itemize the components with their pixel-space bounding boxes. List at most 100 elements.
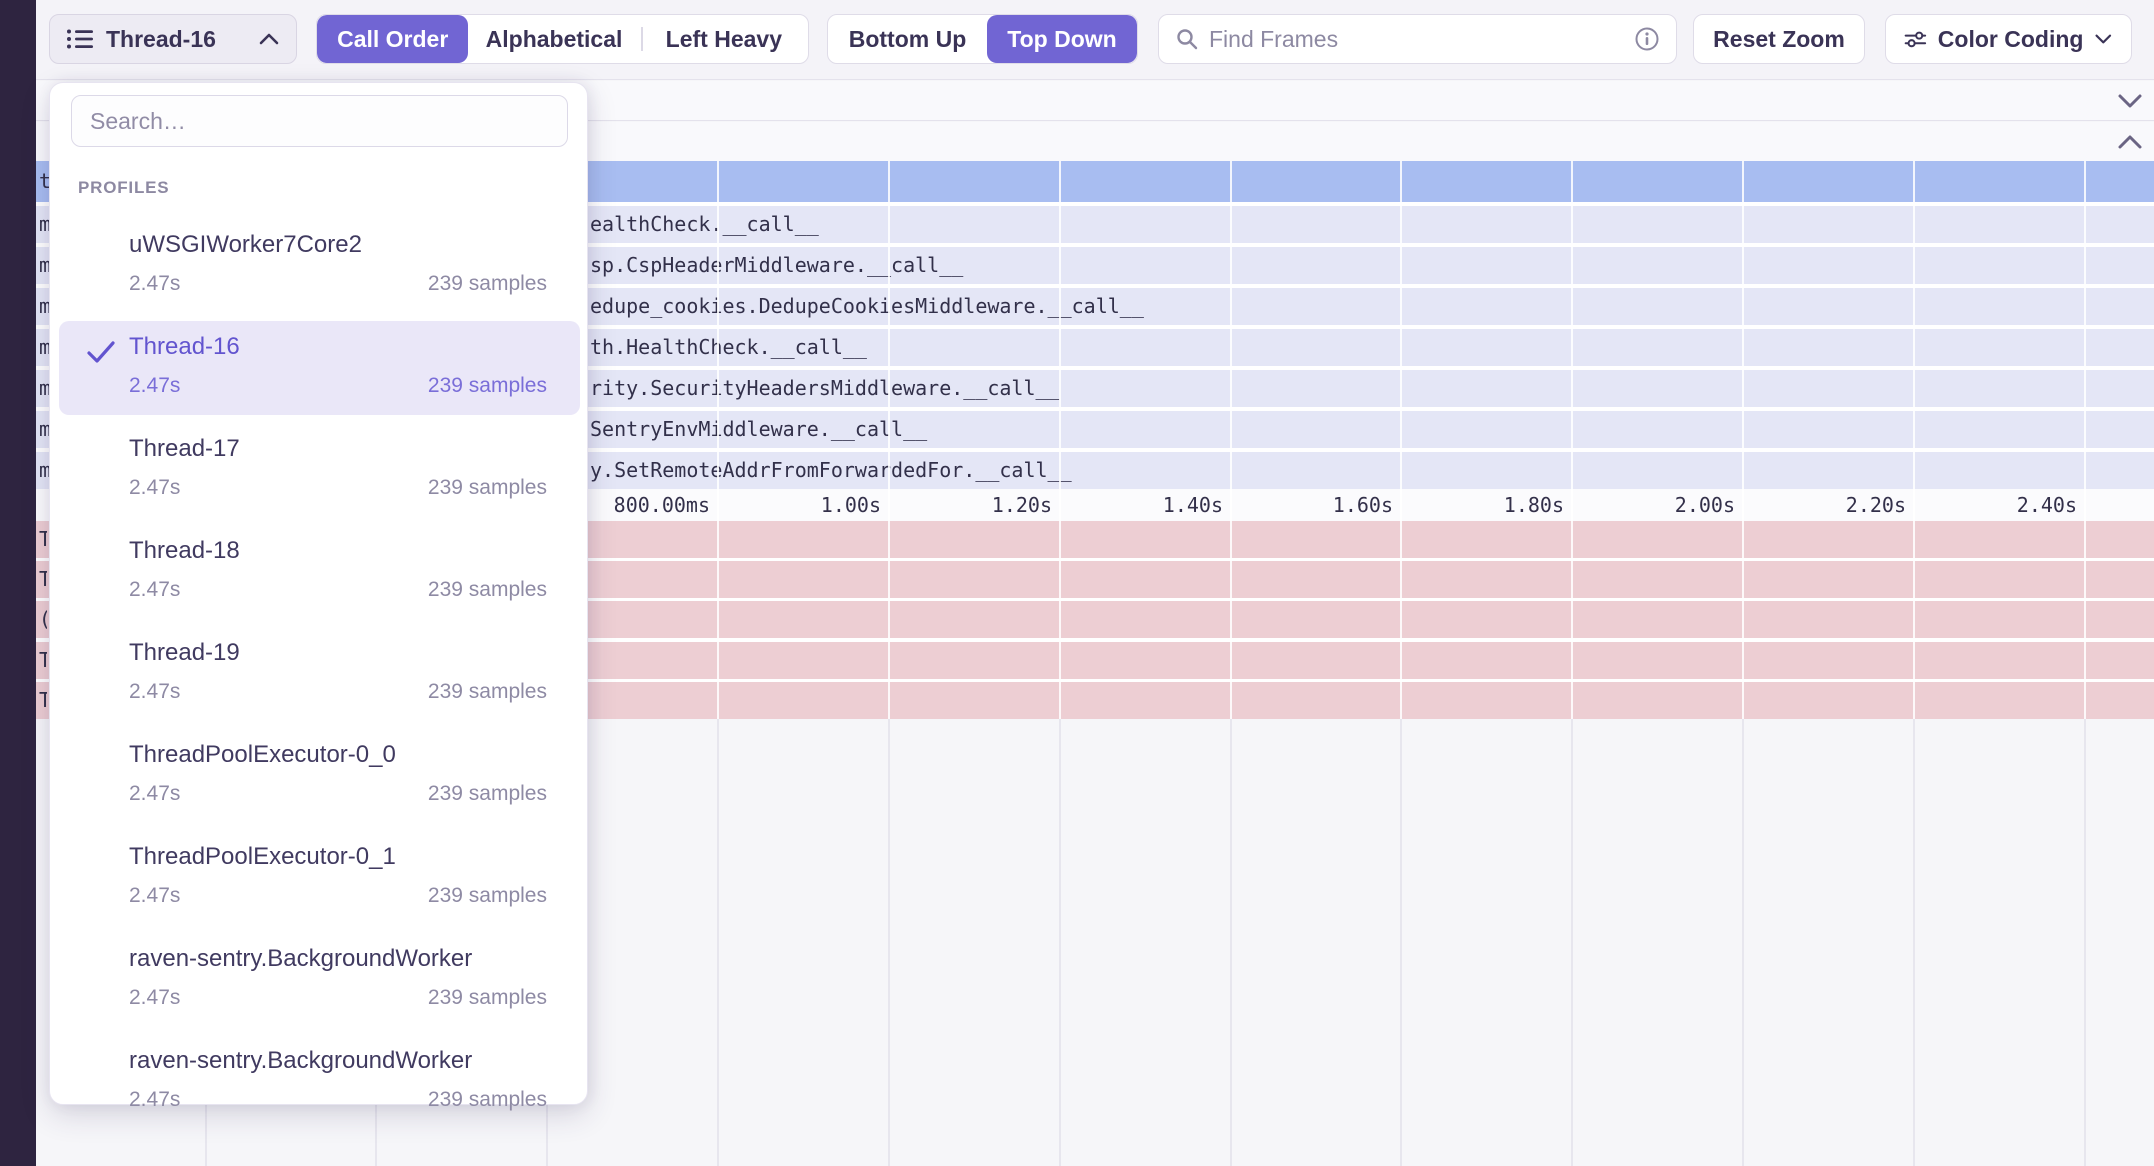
tab-top-down[interactable]: Top Down [987,15,1137,63]
profile-item-samples: 239 samples [428,680,547,704]
frame-row-label: ealthCheck.__call__ [590,206,819,243]
profile-item[interactable]: uWSGIWorker7Core2 2.47s 239 samples [59,219,580,313]
gridline [1913,161,1915,719]
chevron-up-icon [258,32,280,46]
profile-item-meta: 2.47s 239 samples [129,1088,547,1112]
profile-item-name: Thread-18 [129,537,240,565]
profile-item-samples: 239 samples [428,272,547,296]
axis-tick-label: 1.40s [1163,493,1223,517]
reset-zoom-button[interactable]: Reset Zoom [1693,14,1865,64]
gridline [2084,161,2086,719]
profile-item-samples: 239 samples [428,374,547,398]
info-icon[interactable] [1634,26,1660,52]
gridline [1400,719,1402,1166]
flamegraph-app: Thread-16 Call Order Alphabetical Left H… [0,0,2154,1166]
profile-item[interactable]: Thread-17 2.47s239 samples [59,423,580,517]
profile-item-name: raven-sentry.BackgroundWorker [129,1047,472,1075]
profile-item-samples: 239 samples [428,986,547,1010]
profile-item-duration: 2.47s [129,680,180,704]
profile-item[interactable]: ThreadPoolExecutor-0_1 2.47s239 samples [59,831,580,925]
frame-row-label: rity.SecurityHeadersMiddleware.__call__ [590,370,1060,407]
gridline [1742,161,1744,719]
axis-tick-label: 1.00s [821,493,881,517]
profile-item-name: ThreadPoolExecutor-0_0 [129,741,396,769]
profile-item-name: Thread-16 [129,333,240,361]
profiles-search-input[interactable] [90,108,549,135]
left-sidebar [0,0,36,1166]
frame-row-fragment: T [39,561,47,598]
profile-item-meta: 2.47s 239 samples [129,680,547,704]
profile-item[interactable]: Thread-192.47s239 samples [59,627,580,721]
gridline [888,719,890,1166]
profile-item-meta: 2.47s 239 samples [129,272,547,296]
find-frames-input[interactable] [1209,26,1624,53]
profile-item-duration: 2.47s [129,476,180,500]
color-coding-button[interactable]: Color Coding [1885,14,2132,64]
profiles-dropdown: PROFILES uWSGIWorker7Core2 2.47s 239 sampl… [49,82,588,1105]
profile-item-duration: 2.47s [129,578,180,602]
profile-item[interactable]: raven-sentry.BackgroundWorker 2.47s 239 sa… [59,1035,580,1129]
axis-tick-label: 1.20s [992,493,1052,517]
profile-item-samples: 239 samples [428,782,547,806]
search-icon [1175,27,1199,51]
chevron-down-icon[interactable] [2116,92,2144,110]
axis-tick-label: 2.20s [1846,493,1906,517]
profile-item-name: ThreadPoolExecutor-0_1 [129,843,396,871]
gridline [1230,719,1232,1166]
profiles-search-box[interactable] [71,95,568,147]
tab-call-order[interactable]: Call Order [317,15,468,63]
profile-item-meta: 2.47s239 samples [129,884,547,908]
profile-item[interactable]: raven-sentry.BackgroundWorker2.47s239 sa… [59,933,580,1027]
sliders-icon [1904,27,1927,51]
gridline [1913,719,1915,1166]
list-icon [66,27,94,51]
tab-alphabetical[interactable]: Alphabetical [468,15,639,63]
frame-row-fragment: T [39,642,47,679]
divider [641,27,643,51]
direction-tabs: Bottom Up Top Down [827,14,1138,64]
frame-row-label: sp.CspHeaderMiddleware.__call__ [590,247,963,284]
profile-item-name: uWSGIWorker7Core2 [129,231,362,259]
toolbar: Thread-16 Call Order Alphabetical Left H… [36,0,2154,80]
tab-bottom-up[interactable]: Bottom Up [828,15,987,63]
profile-item-samples: 239 samples [428,1088,547,1112]
frame-row-fragment: T [39,682,47,719]
frame-row-label: y.SetRemoteAddrFromForwardedFor.__call__ [590,452,1072,489]
profile-item[interactable]: ThreadPoolExecutor-0_02.47s239 samples [59,729,580,823]
axis-tick-label: 800.00ms [614,493,710,517]
profile-item-duration: 2.47s [129,272,180,296]
frame-row-fragment: ( [39,601,47,638]
chevron-down-icon [2094,32,2113,46]
profile-item-samples: 239 samples [428,578,547,602]
find-frames-search[interactable] [1158,14,1677,64]
frame-row-label: SentryEnvMiddleware.__call__ [590,411,927,448]
gridline [717,719,719,1166]
gridline [1059,719,1061,1166]
gridline [888,161,890,719]
color-coding-label: Color Coding [1938,26,2084,53]
profile-item-name: Thread-17 [129,435,240,463]
thread-selector-button[interactable]: Thread-16 [49,14,297,64]
axis-tick-label: 1.60s [1333,493,1393,517]
profiles-section-label: PROFILES [78,178,169,198]
gridline [1742,719,1744,1166]
tab-left-heavy[interactable]: Left Heavy [640,15,808,63]
axis-tick-label: 2.40s [2017,493,2077,517]
profile-item-meta: 2.47s239 samples [129,476,547,500]
axis-tick-label: 1.80s [1504,493,1564,517]
profile-item-duration: 2.47s [129,374,180,398]
gridline [2084,719,2086,1166]
gridline [1571,161,1573,719]
frame-row-fragment: T [39,521,47,558]
gridline [1059,161,1061,719]
frame-row-label: th.HealthCheck.__call__ [590,329,867,366]
profile-item[interactable]: Thread-16 2.47s 239 samples [59,321,580,415]
profile-item-duration: 2.47s [129,884,180,908]
profile-item-duration: 2.47s [129,1088,180,1112]
profile-item[interactable]: Thread-18 2.47s 239 samples [59,525,580,619]
thread-selector-label: Thread-16 [106,26,216,53]
gridline [1230,161,1232,719]
checkmark-icon [85,338,117,366]
profile-item-duration: 2.47s [129,986,180,1010]
chevron-up-icon[interactable] [2116,133,2144,151]
